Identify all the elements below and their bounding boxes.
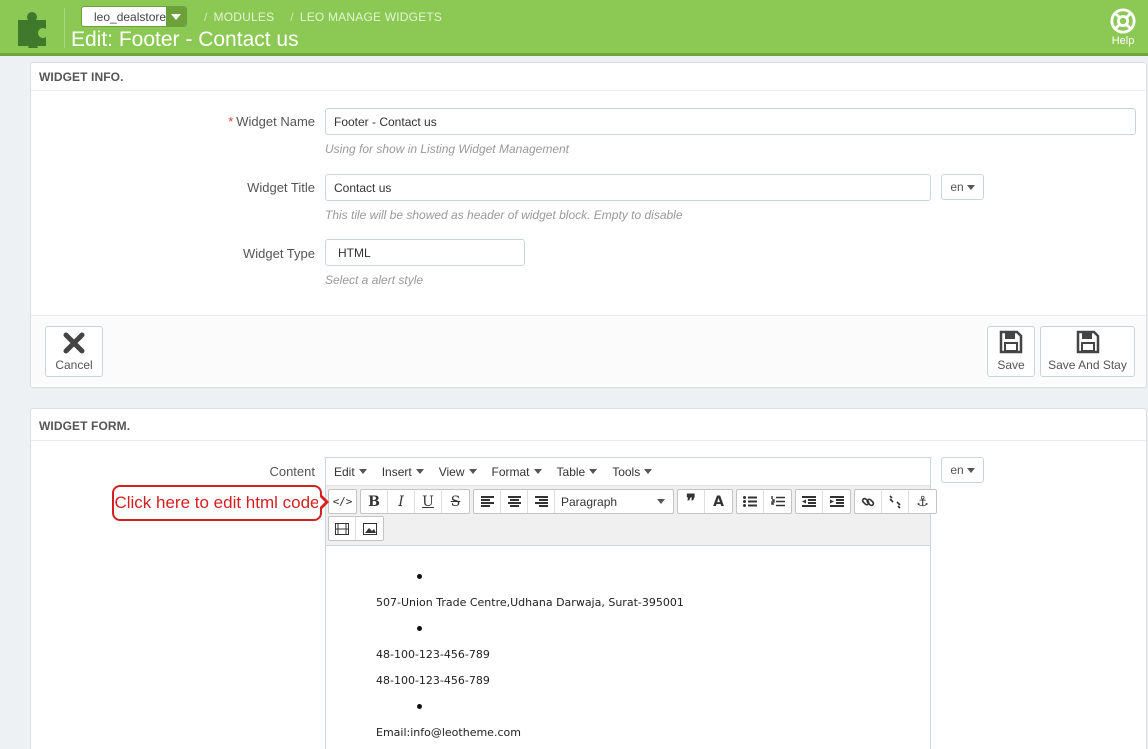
widget-form-heading: WIDGET FORM. (31, 409, 1146, 441)
cancel-label: Cancel (55, 358, 93, 372)
media-film-icon[interactable] (329, 517, 356, 540)
annotation-arrow (318, 493, 329, 511)
caret-down-icon (966, 184, 975, 190)
align-right-icon[interactable] (528, 490, 555, 513)
widget-form-panel: WIDGET FORM. Content en Edit Insert View… (30, 408, 1147, 749)
required-mark: * (228, 114, 234, 129)
content-language-dropdown[interactable]: en (941, 457, 984, 483)
menu-view[interactable]: View (439, 465, 477, 479)
language-code: en (950, 180, 964, 194)
save-button[interactable]: Save (987, 326, 1035, 377)
bullet-list-icon[interactable] (737, 490, 764, 513)
menu-edit[interactable]: Edit (334, 465, 367, 479)
breadcrumb: / MODULES / LEO MANAGE WIDGETS (204, 10, 443, 24)
widget-title-input[interactable]: Contact us (325, 174, 931, 201)
breadcrumb-modules[interactable]: MODULES (214, 10, 275, 24)
bold-icon[interactable]: B (361, 490, 388, 513)
widget-title-label: Widget Title (247, 180, 315, 195)
editor-menubar: Edit Insert View Format Table Tools (326, 458, 930, 485)
content-label: Content (269, 464, 315, 479)
widget-name-label: * Widget Name (228, 114, 315, 129)
annotation-callout: Click here to edit html code (112, 485, 322, 521)
underline-icon[interactable]: U (415, 490, 442, 513)
strikethrough-icon[interactable]: S (442, 490, 469, 513)
list-bullet (417, 626, 422, 631)
menu-table[interactable]: Table (557, 465, 598, 479)
editor-content[interactable]: 507-Union Trade Centre,Udhana Darwaja, S… (326, 546, 930, 746)
content-line: 507-Union Trade Centre,Udhana Darwaja, S… (376, 596, 684, 609)
language-code: en (950, 463, 964, 477)
save-and-stay-button[interactable]: Save And Stay (1040, 326, 1135, 377)
widget-info-heading: WIDGET INFO. (31, 63, 1146, 91)
content-line: 48-100-123-456-789 (376, 674, 490, 687)
widget-title-help: This tile will be showed as header of wi… (325, 208, 683, 222)
widget-type-help: Select a alert style (325, 273, 424, 287)
shop-selector[interactable]: leo_dealstore (81, 6, 187, 27)
format-select[interactable]: Paragraph (555, 490, 673, 513)
align-left-icon[interactable] (474, 490, 501, 513)
help-button[interactable]: Help (1108, 8, 1138, 47)
indent-icon[interactable] (823, 490, 850, 513)
breadcrumb-leo-manage-widgets[interactable]: LEO MANAGE WIDGETS (300, 10, 442, 24)
source-code-icon[interactable]: </> (329, 490, 356, 513)
menu-insert[interactable]: Insert (382, 465, 424, 479)
unlink-icon[interactable] (882, 490, 909, 513)
anchor-icon[interactable]: ⚓ (909, 490, 936, 513)
widget-type-label: Widget Type (242, 246, 315, 261)
content-line: 48-100-123-456-789 (376, 648, 490, 661)
widget-name-input[interactable]: Footer - Contact us (325, 108, 1136, 135)
editor-toolbar: </> B I U S Paragraph ❞ A ⚓ (326, 485, 937, 546)
menu-tools[interactable]: Tools (612, 465, 653, 479)
cancel-button[interactable]: Cancel (45, 326, 103, 377)
text-color-icon[interactable]: A (705, 490, 732, 513)
puzzle-icon (18, 12, 46, 48)
save-and-stay-label: Save And Stay (1048, 358, 1127, 372)
widget-type-field[interactable]: HTML (325, 239, 525, 266)
menu-format[interactable]: Format (492, 465, 542, 479)
link-icon[interactable] (855, 490, 882, 513)
page-title: Edit: Footer - Contact us (71, 28, 299, 51)
save-label: Save (997, 358, 1025, 372)
floppy-disk-icon (1076, 330, 1099, 354)
lifebuoy-icon (1110, 8, 1136, 34)
list-bullet (417, 574, 422, 579)
numbered-list-icon[interactable] (764, 490, 791, 513)
admin-header: leo_dealstore / MODULES / LEO MANAGE WID… (0, 0, 1148, 56)
help-label: Help (1111, 35, 1135, 47)
widget-name-help: Using for show in Listing Widget Managem… (325, 142, 570, 156)
widget-title-language-dropdown[interactable]: en (941, 174, 984, 200)
caret-down-icon (657, 499, 665, 504)
shop-selector-value: leo_dealstore (94, 9, 166, 24)
widget-info-panel: WIDGET INFO. * Widget Name Footer - Conta… (30, 62, 1147, 388)
outdent-icon[interactable] (796, 490, 823, 513)
rich-text-editor: Edit Insert View Format Table Tools </> … (325, 457, 937, 749)
chevron-down-icon (166, 7, 186, 26)
align-center-icon[interactable] (501, 490, 528, 513)
content-line: Email:info@leotheme.com (376, 726, 521, 739)
caret-down-icon (966, 467, 975, 473)
panel-footer: Cancel Save Save And Stay (31, 315, 1146, 385)
close-icon (63, 332, 85, 354)
image-icon[interactable] (356, 517, 383, 540)
floppy-disk-icon (999, 330, 1023, 354)
list-bullet (417, 704, 422, 709)
blockquote-icon[interactable]: ❞ (678, 490, 705, 513)
header-divider (64, 8, 65, 48)
italic-icon[interactable]: I (388, 490, 415, 513)
